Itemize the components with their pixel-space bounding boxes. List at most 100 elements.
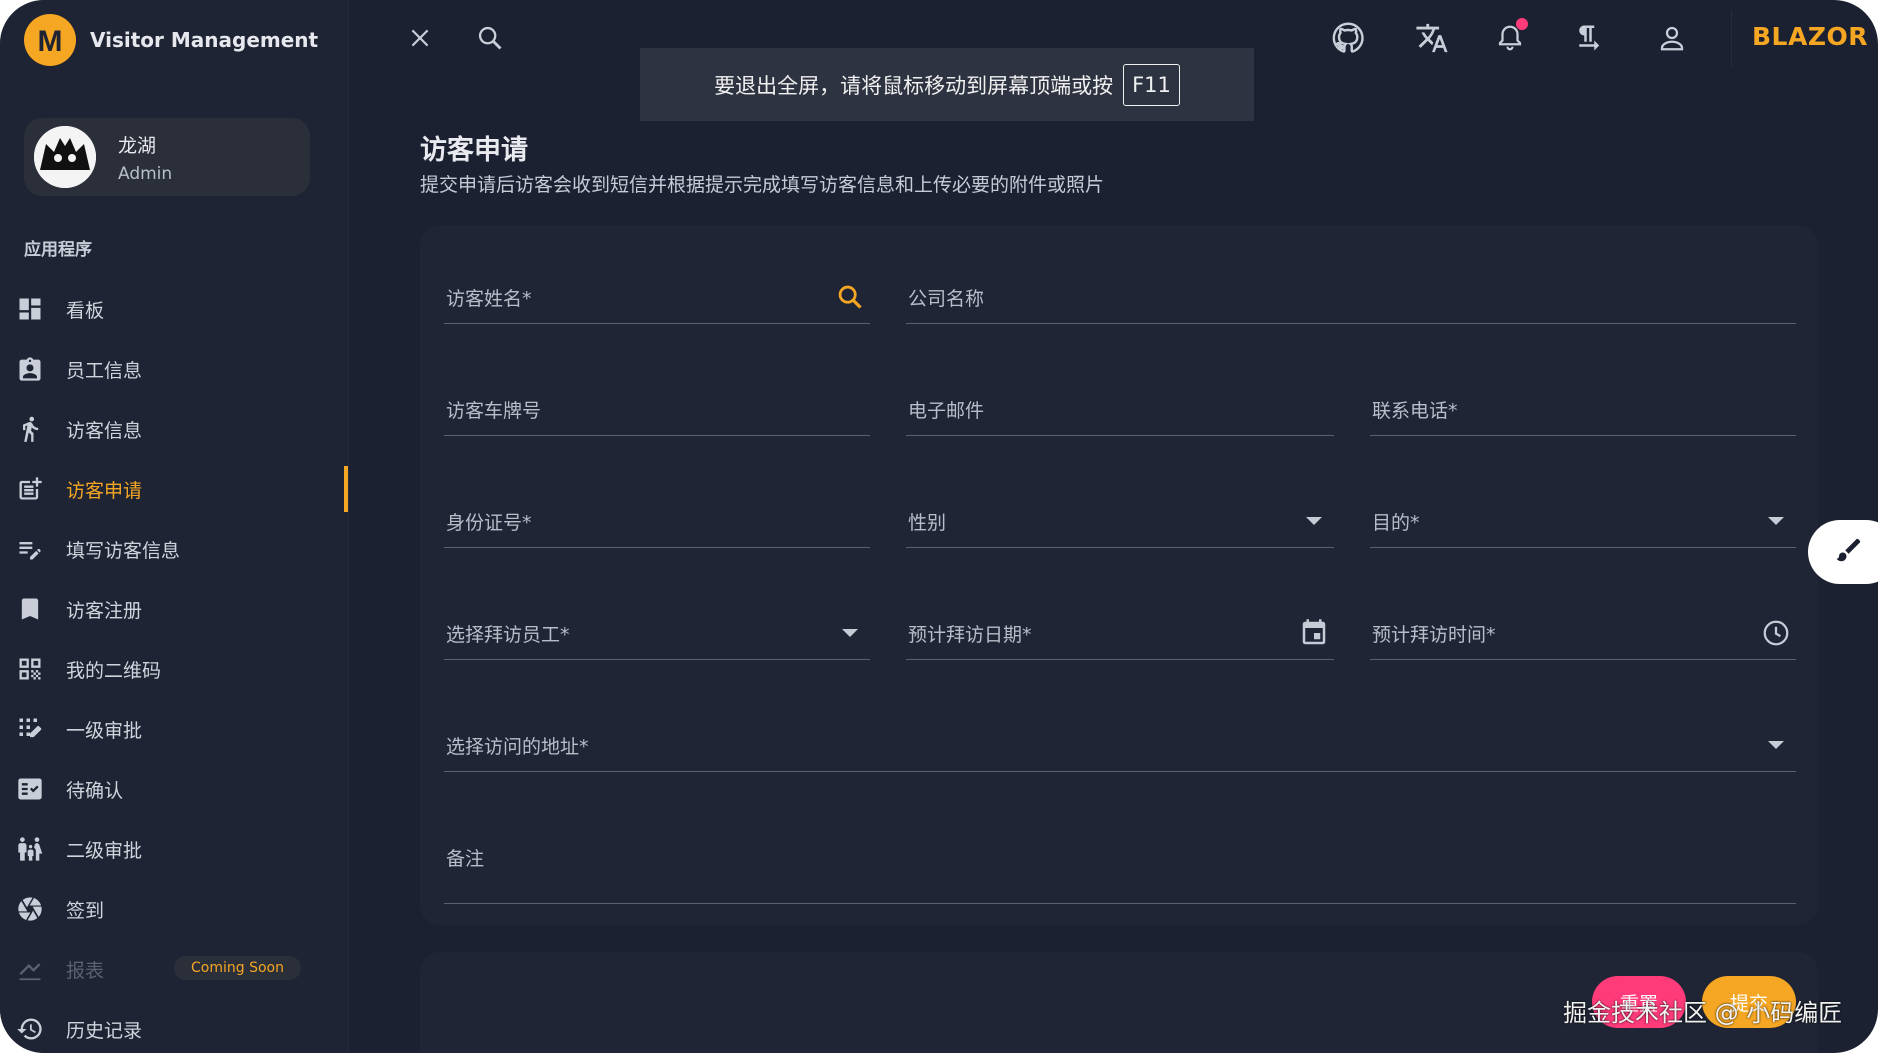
translate-button[interactable] <box>1412 20 1452 60</box>
page-title: 访客申请 <box>420 135 528 166</box>
field-label: 访客姓名* <box>446 288 532 310</box>
sidebar-item-first-approval[interactable]: 一级审批 <box>0 699 348 759</box>
sidebar-item-employee-info[interactable]: 员工信息 <box>0 339 348 399</box>
github-icon <box>1330 20 1366 60</box>
sidebar-item-visitor-application[interactable]: 访客申请 <box>0 459 348 519</box>
sidebar-item-my-qr-code[interactable]: 我的二维码 <box>0 639 348 699</box>
close-icon <box>407 25 433 55</box>
sidebar-item-label: 员工信息 <box>66 359 143 382</box>
user-card[interactable]: 龙湖 Admin <box>24 118 310 196</box>
walking-person-icon <box>14 413 46 445</box>
search-button[interactable] <box>470 20 510 60</box>
company-name-field[interactable]: 公司名称 <box>906 267 1796 324</box>
sidebar-item-label: 填写访客信息 <box>66 539 181 562</box>
visitor-name-field[interactable]: 访客姓名* <box>444 267 870 324</box>
theme-customizer-button[interactable] <box>1808 520 1878 584</box>
framework-brand: BLAZOR <box>1752 22 1868 51</box>
visit-date-field[interactable]: 预计拜访日期* <box>906 603 1334 660</box>
field-label: 性别 <box>908 512 947 534</box>
visit-address-select[interactable]: 选择访问的地址* <box>444 715 1796 772</box>
search-icon <box>476 24 504 56</box>
sidebar-item-label: 我的二维码 <box>66 659 162 682</box>
sidebar-item-label: 看板 <box>66 299 105 322</box>
edit-grid-icon <box>14 713 46 745</box>
sidebar-section-label: 应用程序 <box>24 240 92 260</box>
avatar <box>34 126 96 188</box>
sidebar-item-reports: 报表 Coming Soon <box>0 939 348 999</box>
fullscreen-key: F11 <box>1123 63 1180 106</box>
field-label: 选择拜访员工* <box>446 624 570 646</box>
sidebar-item-pending-confirmation[interactable]: 待确认 <box>0 759 348 819</box>
chevron-down-icon <box>1760 505 1792 537</box>
qr-code-icon <box>14 653 46 685</box>
account-button[interactable] <box>1652 20 1692 60</box>
sidebar-item-second-approval[interactable]: 二级审批 <box>0 819 348 879</box>
sidebar-item-label: 报表 <box>66 959 105 982</box>
email-field[interactable]: 电子邮件 <box>906 379 1334 436</box>
topbar-divider <box>1731 10 1732 68</box>
remarks-field[interactable]: 备注 <box>444 825 1796 904</box>
shutter-icon <box>14 893 46 925</box>
sidebar-item-visitor-registration[interactable]: 访客注册 <box>0 579 348 639</box>
sidebar-item-label: 一级审批 <box>66 719 143 742</box>
notification-dot <box>1516 18 1528 30</box>
field-label: 预计拜访时间* <box>1372 624 1496 646</box>
purpose-select[interactable]: 目的* <box>1370 491 1796 548</box>
field-label: 备注 <box>446 848 485 870</box>
checklist-icon <box>14 773 46 805</box>
field-label: 联系电话* <box>1372 400 1458 422</box>
chevron-down-icon <box>834 617 866 649</box>
employee-select[interactable]: 选择拜访员工* <box>444 603 870 660</box>
sidebar-item-label: 签到 <box>66 899 105 922</box>
post-add-icon <box>14 473 46 505</box>
app-logo-icon: M <box>24 14 76 66</box>
text-direction-icon <box>1573 23 1603 57</box>
search-icon[interactable] <box>834 281 866 313</box>
sidebar-item-label: 访客申请 <box>66 479 143 502</box>
sidebar-item-check-in[interactable]: 签到 <box>0 879 348 939</box>
phone-field[interactable]: 联系电话* <box>1370 379 1796 436</box>
fullscreen-toast-text: 要退出全屏，请将鼠标移动到屏幕顶端或按 <box>714 73 1114 98</box>
field-label: 身份证号* <box>446 512 532 534</box>
visit-time-field[interactable]: 预计拜访时间* <box>1370 603 1796 660</box>
notifications-button[interactable] <box>1490 18 1530 60</box>
chevron-down-icon <box>1760 729 1792 761</box>
text-direction-button[interactable] <box>1568 20 1608 60</box>
family-icon <box>14 833 46 865</box>
id-number-field[interactable]: 身份证号* <box>444 491 870 548</box>
field-label: 目的* <box>1372 512 1420 534</box>
dashboard-icon <box>14 293 46 325</box>
gender-select[interactable]: 性别 <box>906 491 1334 548</box>
field-label: 访客车牌号 <box>446 400 542 422</box>
user-role: Admin <box>118 163 173 184</box>
field-label: 选择访问的地址* <box>446 736 589 758</box>
page-subtitle: 提交申请后访客会收到短信并根据提示完成填写访客信息和上传必要的附件或照片 <box>420 174 1105 196</box>
user-name: 龙湖 <box>118 134 157 157</box>
sidebar-item-label: 待确认 <box>66 779 124 802</box>
calendar-icon[interactable] <box>1298 617 1330 649</box>
chart-icon <box>14 953 46 985</box>
sidebar-item-label: 访客注册 <box>66 599 143 622</box>
github-button[interactable] <box>1328 20 1368 60</box>
sidebar-item-visitor-info[interactable]: 访客信息 <box>0 399 348 459</box>
brand[interactable]: M Visitor Management <box>24 12 318 68</box>
translate-icon <box>1415 21 1449 59</box>
history-icon <box>14 1013 46 1045</box>
sidebar-item-fill-visitor-info[interactable]: 填写访客信息 <box>0 519 348 579</box>
sidebar-item-label: 历史记录 <box>66 1019 143 1042</box>
close-button[interactable] <box>400 20 440 60</box>
chevron-down-icon <box>1298 505 1330 537</box>
field-label: 公司名称 <box>908 288 985 310</box>
clock-icon[interactable] <box>1760 617 1792 649</box>
sidebar-item-dashboard[interactable]: 看板 <box>0 279 348 339</box>
license-plate-field[interactable]: 访客车牌号 <box>444 379 870 436</box>
sidebar-item-history[interactable]: 历史记录 <box>0 999 348 1053</box>
field-label: 电子邮件 <box>908 400 985 422</box>
brush-icon <box>1834 535 1864 569</box>
field-label: 预计拜访日期* <box>908 624 1032 646</box>
user-icon <box>1657 23 1687 57</box>
app-window: M Visitor Management 龙湖 Admin 应用程序 看板 员工… <box>0 0 1878 1053</box>
edit-list-icon <box>14 533 46 565</box>
badge-icon <box>14 353 46 385</box>
app-title: Visitor Management <box>90 28 319 52</box>
